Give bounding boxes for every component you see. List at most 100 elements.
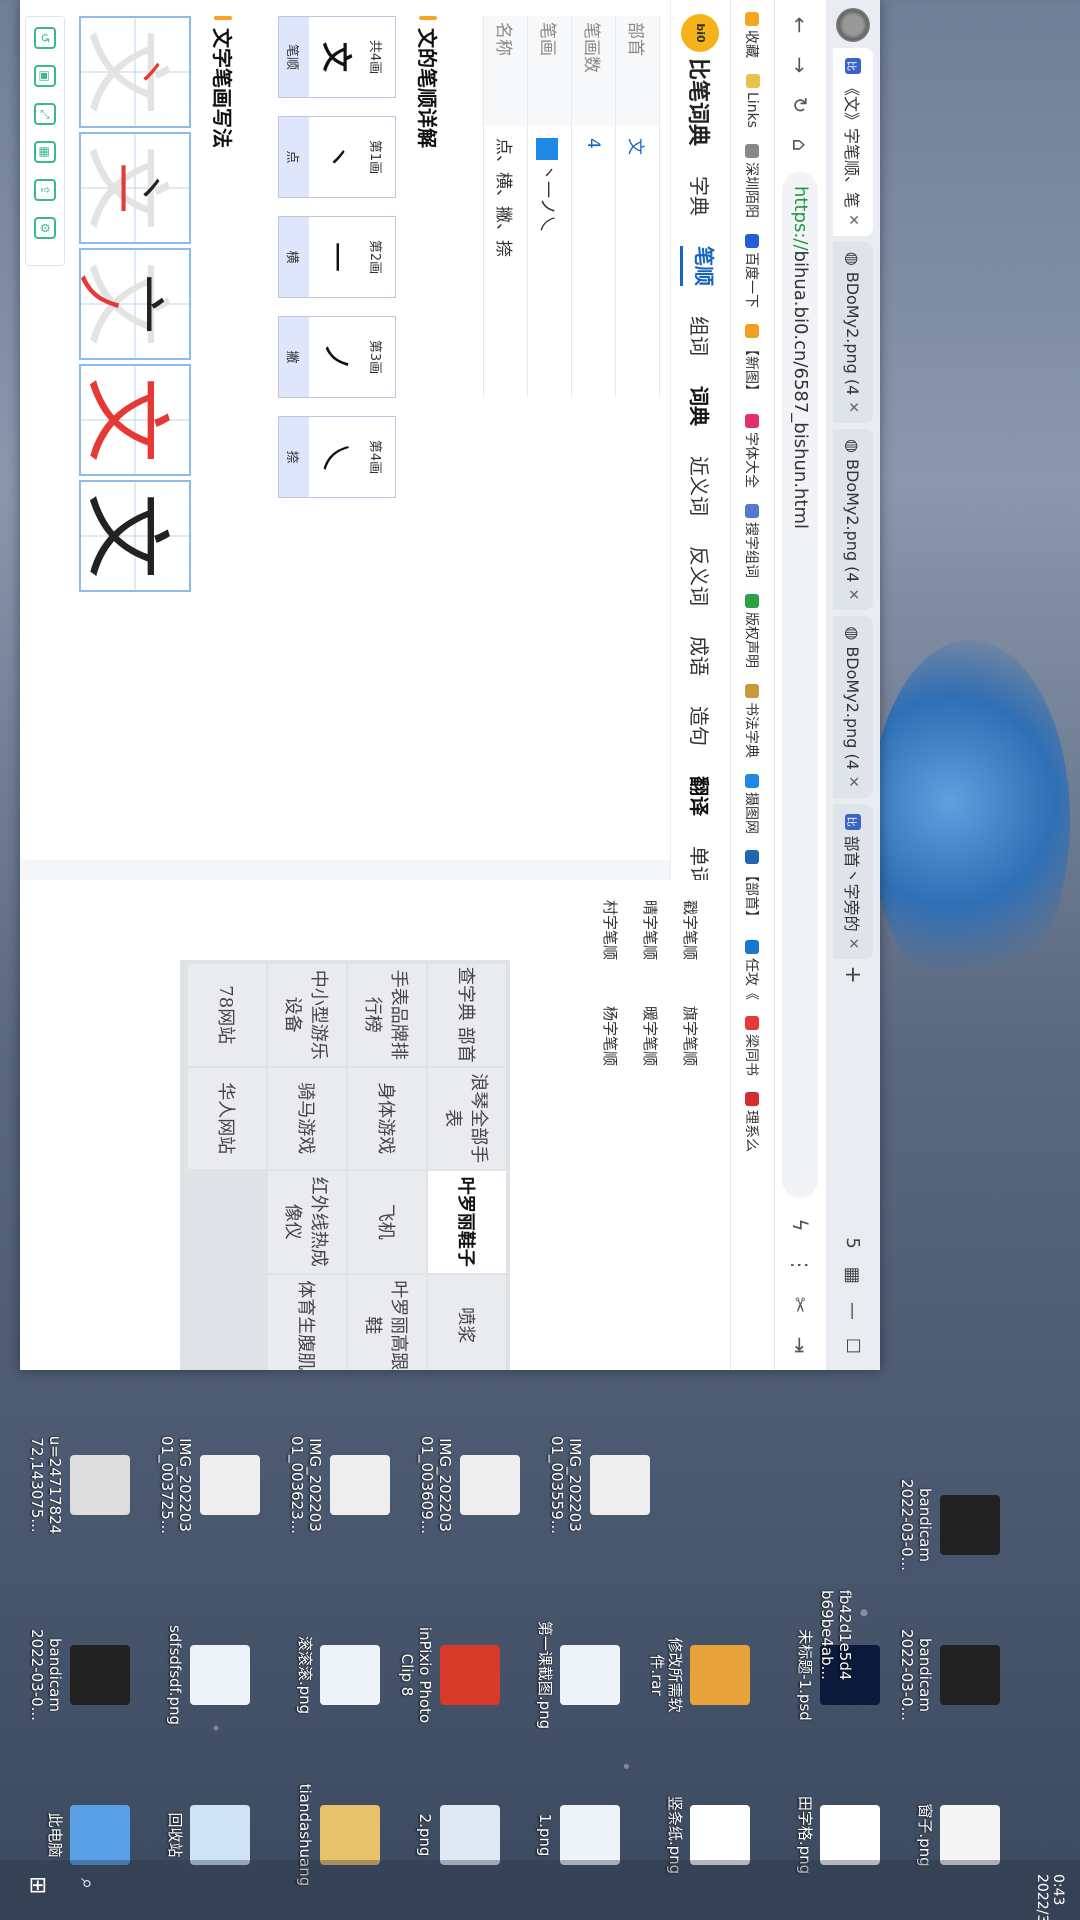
- desktop-icon[interactable]: fb42d1e5d4 b69be4ab...: [818, 1580, 920, 1690]
- stroke-step-grid: 文: [77, 480, 191, 592]
- bookmark-item[interactable]: 版权声明: [743, 593, 763, 668]
- back-icon[interactable]: ←: [789, 12, 813, 38]
- tab-2[interactable]: ◍ BDoMy2.png (4 ✕: [833, 241, 873, 424]
- related-link[interactable]: 村字笔顺: [601, 900, 619, 960]
- ad-link[interactable]: 查字典 部首: [428, 964, 506, 1066]
- clock[interactable]: 0:43 2022/3/4: [1034, 1874, 1066, 1920]
- menu-dots-icon[interactable]: ⋮: [789, 1252, 813, 1278]
- ad-link[interactable]: 中小型游乐设备: [268, 964, 346, 1066]
- fullscreen-icon[interactable]: ⤢: [34, 103, 56, 125]
- desktop-icon[interactable]: 第一课截图.png: [536, 1620, 620, 1730]
- nav-zuci[interactable]: 组词: [686, 316, 715, 356]
- close-icon[interactable]: ✕: [845, 589, 861, 601]
- nav-jinyici[interactable]: 近义词: [686, 456, 715, 516]
- bookmark-item[interactable]: 【新图】: [743, 323, 763, 398]
- tab-3[interactable]: ◍ BDoMy2.png (4 ✕: [833, 429, 873, 611]
- ad-box: 查字典 部首 浪琴全部手表 叶罗丽鞋子 喷浆 手表品牌排行榜 身体游戏 飞机 叶…: [180, 960, 510, 1370]
- nav-fanyici[interactable]: 反义词: [686, 546, 715, 606]
- ad-link[interactable]: 体育生腹肌: [268, 1274, 346, 1370]
- profile-avatar[interactable]: [836, 8, 870, 42]
- desktop-icon[interactable]: bandicam 2022-03-0...: [28, 1620, 130, 1730]
- info-table: 部首 文 笔画数 4 笔画 丶一ノ乀 名称 点、横、撇、捺: [483, 16, 660, 396]
- ad-link[interactable]: 飞机: [348, 1171, 426, 1273]
- ad-link[interactable]: 华人网站: [188, 1067, 266, 1169]
- nav-bishun[interactable]: 笔顺: [680, 246, 721, 287]
- minimize-icon[interactable]: —: [843, 1302, 864, 1320]
- new-tab-button[interactable]: +: [841, 965, 866, 983]
- download-icon[interactable]: ⇥: [789, 1332, 813, 1358]
- frame-icon[interactable]: ▣: [34, 65, 56, 87]
- web-page: bi0 比笔词典 字典 笔顺 组词 词典 近义词 反义词 成语 造句 翻译 单词…: [20, 0, 730, 1370]
- nav-fanyi[interactable]: 翻译: [686, 776, 715, 816]
- reload-icon[interactable]: ↻: [789, 92, 813, 118]
- close-icon[interactable]: ✕: [845, 776, 861, 788]
- related-link[interactable]: 戳字笔顺: [681, 900, 699, 960]
- nav-zaoju[interactable]: 造句: [686, 706, 715, 746]
- nav-cidian[interactable]: 词典: [686, 386, 715, 426]
- bookmark-item[interactable]: 搜字组词: [743, 503, 763, 578]
- window-controls: 5 ▦ — ☐: [843, 1237, 864, 1370]
- stroke-detail-title: 文的笔顺详解: [414, 16, 443, 844]
- lightning-icon[interactable]: ϟ: [789, 1212, 813, 1238]
- ad-link[interactable]: 78网站: [188, 964, 266, 1066]
- bookmark-item[interactable]: 摄图网: [743, 773, 763, 834]
- share-icon[interactable]: ⇪: [34, 179, 56, 201]
- tab-4[interactable]: ◍ BDoMy2.png (4 ✕: [833, 616, 873, 798]
- stroke-step-grid: 文: [77, 364, 191, 476]
- bookmark-item[interactable]: 书法字典: [743, 683, 763, 758]
- desktop-icon[interactable]: IMG_202203 01_003725...: [158, 1430, 260, 1540]
- home-icon[interactable]: ⌂: [789, 132, 813, 158]
- bookmark-item[interactable]: 【部首】: [743, 849, 763, 924]
- desktop-icon[interactable]: IMG_202203 01_003559...: [548, 1430, 650, 1540]
- stroke-cards: 共4画文 笔顺 第1画丶 点 第2画一 横 第3画ノ 撇 第4画 乀 捺: [278, 16, 396, 844]
- close-icon[interactable]: ✕: [845, 938, 861, 950]
- tab-count-badge[interactable]: 5: [843, 1237, 864, 1248]
- desktop-icon[interactable]: sdfsdfsdf.png: [166, 1620, 250, 1730]
- maximize-icon[interactable]: ☐: [843, 1338, 864, 1354]
- desktop-icon[interactable]: IMG_202203 01_003609...: [418, 1430, 520, 1540]
- tab-1[interactable]: 比 《文》字笔顺、笔 ✕: [833, 48, 873, 236]
- scissors-icon[interactable]: ✂: [789, 1292, 813, 1318]
- ad-link[interactable]: 喷浆: [428, 1274, 506, 1370]
- nav-zidian[interactable]: 字典: [686, 176, 715, 216]
- tab-5[interactable]: 比 部首丶字旁的 ✕: [833, 803, 873, 960]
- desktop-icon[interactable]: 修改所需软件.rar: [648, 1620, 750, 1730]
- bookmark-item[interactable]: 字体大全: [743, 413, 763, 488]
- forward-icon[interactable]: →: [789, 52, 813, 78]
- ad-link[interactable]: 骑马游戏: [268, 1067, 346, 1169]
- site-logo[interactable]: bi0 比笔词典: [681, 14, 720, 146]
- ad-link[interactable]: 红外线热成像仪: [268, 1171, 346, 1273]
- desktop-icon[interactable]: inPixio Photo Clip 8: [398, 1620, 500, 1730]
- desktop-icon[interactable]: 滚滚滚.png: [296, 1620, 380, 1730]
- bookmark-item[interactable]: 理系么: [743, 1091, 763, 1152]
- close-icon[interactable]: ✕: [845, 401, 861, 413]
- bookmark-item[interactable]: 深圳陌阳: [743, 143, 763, 218]
- related-link[interactable]: 旗字笔顺: [681, 1006, 699, 1066]
- windows-start-icon[interactable]: ⊞: [25, 1876, 50, 1894]
- close-icon[interactable]: ✕: [845, 214, 861, 226]
- ad-link[interactable]: 叶罗丽鞋子: [428, 1171, 506, 1273]
- nav-chengyu[interactable]: 成语: [686, 636, 715, 676]
- grid-icon[interactable]: ▦: [34, 141, 56, 163]
- bookmark-item[interactable]: 收藏: [743, 12, 763, 58]
- desktop-icon[interactable]: u=24717824 72,143075...: [28, 1430, 130, 1540]
- settings-icon[interactable]: ⚙: [34, 217, 56, 239]
- bookmark-item[interactable]: Links: [745, 74, 761, 128]
- info-row-bihuashu: 笔画数 4: [571, 16, 615, 396]
- replay-icon[interactable]: ↺: [34, 27, 56, 49]
- ad-link[interactable]: 浪琴全部手表: [428, 1067, 506, 1169]
- extensions-icon[interactable]: ▦: [843, 1267, 864, 1284]
- related-link[interactable]: 暖字笔顺: [641, 1006, 659, 1066]
- bookmark-item[interactable]: 梁同书: [743, 1015, 763, 1076]
- address-bar[interactable]: https:// bihua.bi0.cn/6587_bishun.html: [782, 172, 819, 1198]
- ad-link[interactable]: 身体游戏: [348, 1067, 426, 1169]
- search-icon[interactable]: ⌕: [76, 1878, 100, 1889]
- desktop-icon[interactable]: bandicam 2022-03-0...: [898, 1470, 1000, 1580]
- bookmark-item[interactable]: 任攻《: [743, 939, 763, 1000]
- related-link[interactable]: 晴字笔顺: [641, 900, 659, 960]
- ad-link[interactable]: 叶罗丽高跟鞋: [348, 1274, 426, 1370]
- related-link[interactable]: 杨字笔顺: [601, 1006, 619, 1066]
- desktop-icon[interactable]: IMG_202203 01_003623...: [288, 1430, 390, 1540]
- bookmark-item[interactable]: 百度一下: [743, 233, 763, 308]
- ad-link[interactable]: 手表品牌排行榜: [348, 964, 426, 1066]
